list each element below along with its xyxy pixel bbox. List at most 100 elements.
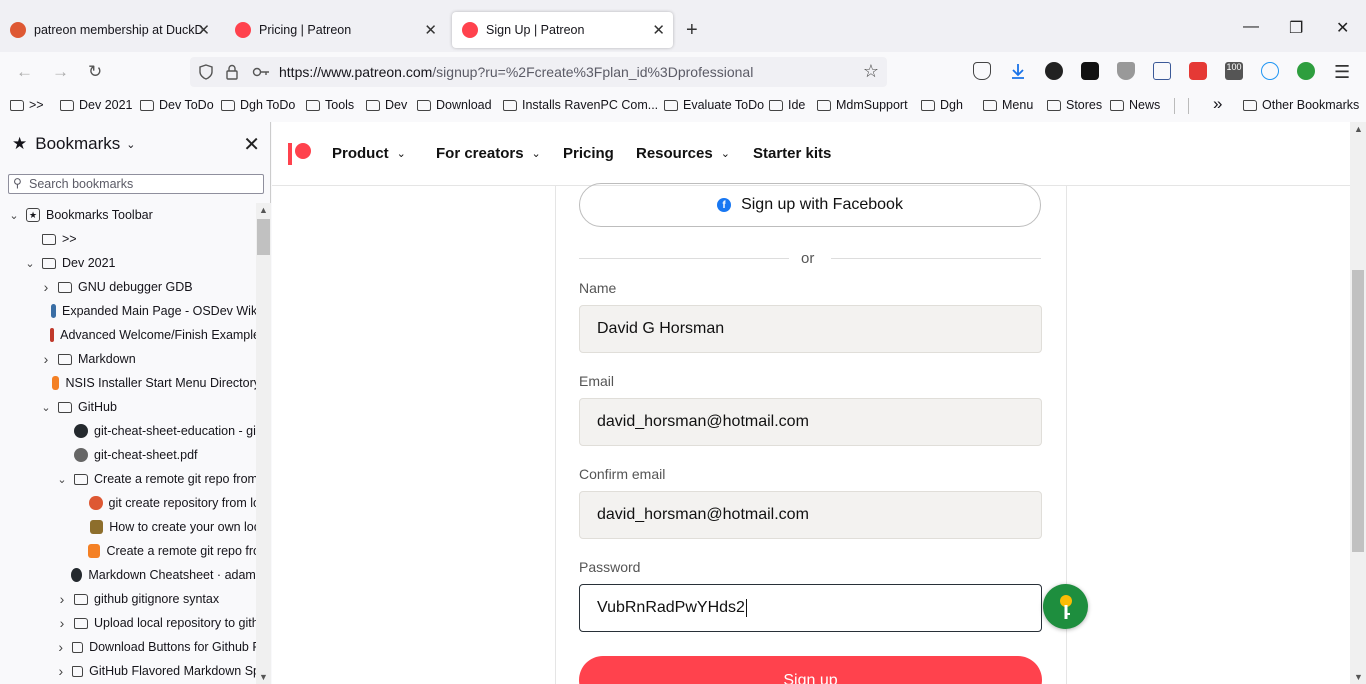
bookmark-star-icon[interactable]: ☆ bbox=[863, 61, 879, 82]
bookmark-folder[interactable]: MdmSupport bbox=[817, 98, 908, 112]
scroll-up-icon[interactable]: ▲ bbox=[259, 205, 268, 215]
scroll-up-icon[interactable]: ▲ bbox=[1354, 124, 1363, 134]
nav-resources[interactable]: Resources ⌄ bbox=[636, 145, 730, 162]
bookmark-folder-item[interactable]: ⌄ ★ Bookmarks Toolbar bbox=[0, 203, 256, 227]
tab-duckduckgo[interactable]: patreon membership at DuckDu ✕ bbox=[0, 12, 218, 48]
nav-pricing[interactable]: Pricing bbox=[563, 145, 614, 162]
close-tab-icon[interactable]: ✕ bbox=[197, 21, 210, 39]
page-scrollbar[interactable]: ▲ ▼ bbox=[1350, 122, 1366, 684]
bookmark-folder-item[interactable]: › GNU debugger GDB bbox=[0, 275, 256, 299]
share-icon[interactable] bbox=[1261, 62, 1279, 80]
bookmark-folder[interactable]: Tools bbox=[306, 98, 354, 112]
email-field[interactable]: david_horsman@hotmail.com bbox=[579, 398, 1042, 446]
tab-pricing[interactable]: Pricing | Patreon ✕ bbox=[225, 12, 445, 48]
bookmark-folder-item[interactable]: ⌄ GitHub bbox=[0, 395, 256, 419]
bookmark-folder[interactable]: Dev 2021 bbox=[60, 98, 133, 112]
chevron-right-icon[interactable]: › bbox=[56, 615, 68, 631]
bookmark-folder[interactable]: Stores bbox=[1047, 98, 1102, 112]
bookmark-item[interactable]: git-cheat-sheet.pdf bbox=[0, 443, 256, 467]
bookmark-folder[interactable]: Evaluate ToDo bbox=[664, 98, 764, 112]
chevron-right-icon[interactable]: › bbox=[56, 663, 66, 679]
bookmark-item[interactable]: Markdown Cheatsheet · adam- bbox=[0, 563, 256, 587]
confirm-email-field[interactable]: david_horsman@hotmail.com bbox=[579, 491, 1042, 539]
screenshot-icon[interactable] bbox=[1189, 62, 1207, 80]
url-text[interactable]: https://www.patreon.com/signup?ru=%2Fcre… bbox=[279, 64, 753, 80]
signup-button[interactable]: Sign up bbox=[579, 656, 1042, 684]
bookmark-folder[interactable]: Download bbox=[417, 98, 492, 112]
chevron-right-icon[interactable]: › bbox=[40, 279, 52, 295]
notes-icon[interactable] bbox=[1153, 62, 1171, 80]
url-bar[interactable]: https://www.patreon.com/signup?ru=%2Fcre… bbox=[190, 57, 887, 87]
new-tab-button[interactable]: + bbox=[686, 19, 698, 42]
patreon-logo[interactable] bbox=[288, 142, 312, 166]
bookmark-folder-item[interactable]: › Upload local repository to gith bbox=[0, 611, 256, 635]
bookmark-folder[interactable]: Menu bbox=[983, 98, 1033, 112]
bookmark-folder-item[interactable]: › github gitignore syntax bbox=[0, 587, 256, 611]
scroll-down-icon[interactable]: ▼ bbox=[1354, 672, 1363, 682]
bookmark-item[interactable]: git create repository from lo bbox=[0, 491, 256, 515]
bookmark-folder-item[interactable]: › Markdown bbox=[0, 347, 256, 371]
bookmark-folder[interactable]: News bbox=[1110, 98, 1160, 112]
extension-icon[interactable] bbox=[1297, 62, 1315, 80]
scrollbar-thumb[interactable] bbox=[1352, 270, 1364, 552]
password-manager-key-button[interactable] bbox=[1043, 584, 1088, 629]
bookmark-folder[interactable]: Ide bbox=[769, 98, 805, 112]
forward-button[interactable]: → bbox=[52, 62, 69, 82]
chevron-right-icon[interactable]: › bbox=[56, 591, 68, 607]
pocket-icon[interactable] bbox=[973, 62, 991, 80]
download-icon[interactable] bbox=[1009, 62, 1027, 80]
bookmark-item[interactable]: How to create your own loc bbox=[0, 515, 256, 539]
account-icon[interactable] bbox=[1045, 62, 1063, 80]
bookmark-item[interactable]: Advanced Welcome/Finish Example bbox=[0, 323, 256, 347]
shield-icon[interactable] bbox=[1117, 62, 1135, 80]
bookmark-item[interactable]: NSIS Installer Start Menu Directory bbox=[0, 371, 256, 395]
chevron-down-icon[interactable]: ⌄ bbox=[8, 209, 20, 222]
sidebar-scrollbar[interactable]: ▲ ▼ bbox=[256, 203, 271, 684]
bookmark-folder[interactable]: Installs RavenPC Com... bbox=[503, 98, 658, 112]
bookmarks-overflow-icon[interactable]: » bbox=[1213, 94, 1222, 114]
chevron-down-icon[interactable]: ⌄ bbox=[40, 401, 52, 414]
chevron-down-icon[interactable]: ⌄ bbox=[24, 257, 36, 270]
back-button[interactable]: ← bbox=[16, 62, 33, 82]
bookmarks-search-input[interactable]: ⚲ Search bookmarks bbox=[8, 174, 264, 194]
password-field[interactable]: VubRnRadPwYHds2 bbox=[579, 584, 1042, 632]
close-window-button[interactable]: ✕ bbox=[1336, 18, 1349, 38]
chevron-down-icon[interactable]: ⌄ bbox=[56, 473, 68, 486]
facebook-signup-button[interactable]: f Sign up with Facebook bbox=[579, 183, 1041, 227]
bookmark-folder[interactable]: Dgh bbox=[921, 98, 963, 112]
bookmark-item[interactable]: Create a remote git repo fro bbox=[0, 539, 256, 563]
bookmark-item[interactable]: Expanded Main Page - OSDev Wiki bbox=[0, 299, 256, 323]
close-tab-icon[interactable]: ✕ bbox=[652, 21, 665, 39]
sidebar-header[interactable]: ★ Bookmarks ⌄ bbox=[12, 134, 136, 154]
minimize-button[interactable]: — bbox=[1243, 18, 1259, 36]
close-sidebar-icon[interactable]: ✕ bbox=[243, 132, 260, 157]
scrollbar-thumb[interactable] bbox=[257, 219, 270, 255]
chevron-right-icon[interactable]: › bbox=[40, 351, 52, 367]
close-tab-icon[interactable]: ✕ bbox=[424, 21, 437, 39]
tab-signup[interactable]: Sign Up | Patreon ✕ bbox=[452, 12, 673, 48]
bookmark-folder[interactable]: Dev ToDo bbox=[140, 98, 214, 112]
nav-for-creators[interactable]: For creators ⌄ bbox=[436, 145, 541, 162]
chevron-right-icon[interactable]: › bbox=[56, 639, 66, 655]
lock-icon[interactable] bbox=[225, 64, 239, 80]
key-permission-icon[interactable] bbox=[252, 66, 270, 78]
restore-button[interactable]: ❐ bbox=[1289, 18, 1303, 38]
bookmark-folder-item[interactable]: >> bbox=[0, 227, 256, 251]
counter-icon[interactable]: 100 bbox=[1225, 62, 1243, 80]
bookmark-folder[interactable]: Dev bbox=[366, 98, 407, 112]
bookmark-item[interactable]: git-cheat-sheet-education - git bbox=[0, 419, 256, 443]
reader-icon[interactable] bbox=[1081, 62, 1099, 80]
bookmark-folder-item[interactable]: ⌄ Dev 2021 bbox=[0, 251, 256, 275]
name-field[interactable]: David G Horsman bbox=[579, 305, 1042, 353]
nav-product[interactable]: Product ⌄ bbox=[332, 145, 406, 162]
tracking-shield-icon[interactable] bbox=[198, 64, 214, 80]
other-bookmarks[interactable]: Other Bookmarks bbox=[1243, 98, 1359, 112]
scroll-down-icon[interactable]: ▼ bbox=[259, 672, 268, 682]
bookmark-folder-item[interactable]: › GitHub Flavored Markdown Sp bbox=[0, 659, 256, 683]
nav-starter-kits[interactable]: Starter kits bbox=[753, 145, 831, 162]
bookmark-folder-item[interactable]: ⌄ Create a remote git repo from bbox=[0, 467, 256, 491]
menu-icon[interactable]: ☰ bbox=[1334, 62, 1350, 83]
bookmark-folder-item[interactable]: › Download Buttons for Github F bbox=[0, 635, 256, 659]
bookmark-folder[interactable]: >> bbox=[10, 98, 44, 112]
bookmark-folder[interactable]: Dgh ToDo bbox=[221, 98, 295, 112]
